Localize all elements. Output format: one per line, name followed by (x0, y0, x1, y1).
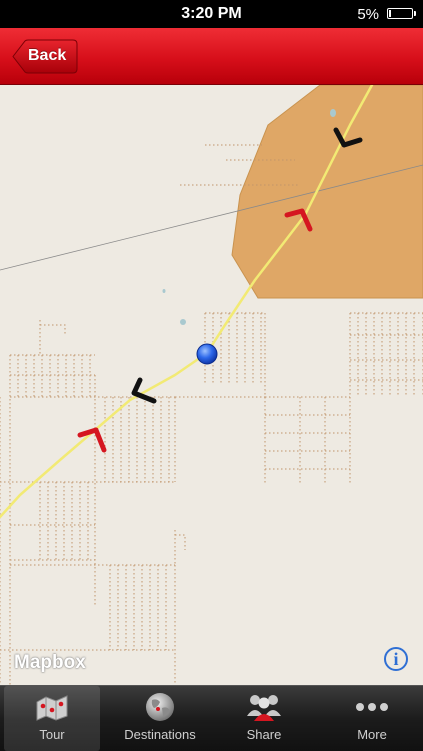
people-icon (247, 695, 281, 721)
mapbox-attribution[interactable]: Mapbox (14, 652, 86, 674)
tab-destinations-label: Destinations (124, 727, 196, 742)
map-view[interactable]: Mapbox i (0, 85, 423, 685)
tab-more-label: More (357, 727, 387, 742)
tab-bar: Tour Destinations Share More (0, 685, 423, 751)
nav-bar: Back (0, 28, 423, 85)
tab-more[interactable]: More (324, 686, 420, 751)
tab-destinations[interactable]: Destinations (110, 686, 210, 751)
tab-share[interactable]: Share (214, 686, 314, 751)
water-spot (162, 289, 166, 293)
battery-percent: 5% (357, 6, 379, 23)
battery-icon (387, 8, 416, 19)
map-canvas (0, 85, 423, 685)
shaded-area (231, 85, 423, 299)
tab-share-label: Share (246, 727, 282, 742)
more-icon (356, 703, 388, 711)
water-spot (180, 319, 186, 325)
map-icon (36, 695, 68, 721)
back-label: Back (28, 47, 67, 64)
status-bar: 3:20 PM 5% (0, 0, 423, 28)
globe-icon (146, 693, 174, 721)
info-button[interactable]: i (384, 647, 408, 671)
tab-tour[interactable]: Tour (4, 686, 100, 751)
tab-tour-label: Tour (39, 727, 65, 742)
water-spot (330, 109, 336, 117)
current-location-pin[interactable] (196, 343, 218, 365)
